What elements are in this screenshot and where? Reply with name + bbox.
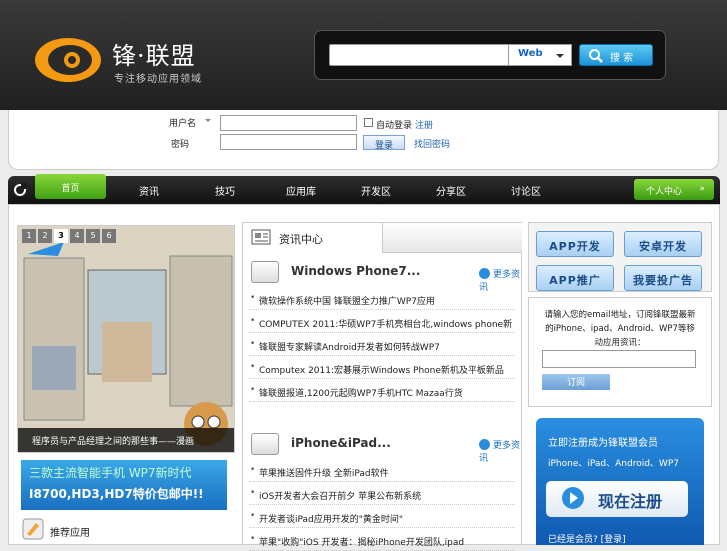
recommend-icon [22, 518, 44, 540]
subscribe-box: 请输入您的email地址，订阅锋联盟最新的iPhone、ipad、Android… [528, 297, 712, 407]
double-chevron-icon: » [699, 184, 705, 194]
logo-icon [35, 38, 101, 82]
username-field[interactable] [220, 115, 357, 131]
nav-item-forum[interactable]: 讨论区 [511, 183, 541, 198]
service-buttons: APP开发 安卓开发 APP推广 我要投广告 [528, 222, 712, 292]
slider-pager: 1 2 3 4 5 6 [22, 229, 116, 243]
arrow-circle-icon [479, 439, 490, 450]
list-item[interactable]: 锋联盟报道,1200元起购WP7手机HTC Mazaa行货 [249, 380, 515, 402]
register-title: 立即注册成为锋联盟会员 [548, 438, 658, 449]
section-title: Windows Phone7... [291, 264, 421, 278]
logo-title: 锋·联盟 [112, 42, 196, 70]
recommend-title: 推荐应用 [50, 528, 90, 539]
newspaper-icon [251, 229, 271, 245]
email-field[interactable] [542, 350, 696, 368]
arrow-circle-icon [479, 268, 490, 279]
register-link[interactable]: 注册 [415, 118, 433, 131]
main-nav: 首页 资讯 技巧 应用库 开发区 分享区 讨论区 个人中心 » [8, 174, 720, 204]
slider-page[interactable]: 1 [22, 229, 36, 243]
slider-caption[interactable]: 程序员与产品经理之间的那些事——漫画 [18, 428, 234, 452]
image-slider[interactable]: 1 2 3 4 5 6 程序员与产品经理之间的那些事——漫画 [17, 225, 235, 453]
nav-item-tips[interactable]: 技巧 [215, 183, 235, 198]
advertise-button[interactable]: 我要投广告 [624, 265, 702, 291]
user-center-label: 个人中心 [646, 187, 683, 197]
tab-news-center[interactable]: 资讯中心 [243, 223, 383, 253]
header: 锋·联盟 专注移动应用领域 Web 搜 索 [0, 0, 727, 110]
banner-line2: I8700,HD3,HD7特价包邮中!! [29, 487, 204, 501]
search-icon [589, 49, 603, 63]
nav-item-apps[interactable]: 应用库 [286, 183, 316, 198]
register-panel: 立即注册成为锋联盟会员 iPhone、iPad、Android、WP7 现在注册… [536, 418, 704, 545]
forgot-password-link[interactable]: 找回密码 [414, 137, 450, 150]
remember-label: 自动登录 [376, 121, 413, 131]
search-box: Web 搜 索 [314, 30, 666, 80]
refresh-icon [14, 183, 27, 196]
news-panel: 资讯中心 Windows Phone7... 更多资讯 微软操作系统中国 锋联盟… [242, 222, 522, 551]
password-field[interactable] [220, 134, 357, 150]
list-item[interactable]: 苹果"收购"iOS 开发者：揭秘iPhone开发团队,ipad [249, 529, 515, 551]
list-item[interactable]: 开发者谈iPad应用开发的"黄金时间" [249, 506, 515, 528]
slider-page[interactable]: 4 [70, 229, 84, 243]
search-button[interactable]: 搜 索 [579, 44, 653, 66]
list-item[interactable]: Computex 2011:宏碁展示Windows Phone新机及平板新品 [249, 357, 515, 379]
search-scope-label: Web [518, 48, 543, 59]
subscribe-text: 请输入您的email地址，订阅锋联盟最新的iPhone、ipad、Android… [544, 310, 696, 348]
comic-image [18, 226, 234, 452]
tab-bar-filler [383, 223, 522, 253]
phone-icon [251, 433, 279, 455]
chevron-down-icon [205, 119, 211, 125]
slider-page[interactable]: 6 [102, 229, 116, 243]
register-now-label: 现在注册 [598, 492, 663, 511]
chevron-down-icon [556, 54, 564, 62]
list-item[interactable]: iOS开发者大会召开前夕 苹果公布新系统 [249, 483, 515, 505]
nav-item-home[interactable]: 首页 [35, 174, 106, 199]
tab-news-label: 资讯中心 [279, 233, 323, 246]
phone-icon [251, 261, 279, 283]
nav-item-share[interactable]: 分享区 [436, 183, 466, 198]
list-item[interactable]: 苹果推送固件升级 全新iPad软件 [249, 460, 515, 482]
nav-item-dev[interactable]: 开发区 [361, 183, 391, 198]
search-input[interactable] [329, 44, 509, 66]
user-center-button[interactable]: 个人中心 » [634, 179, 714, 200]
login-prompt[interactable]: 已经是会员? [登录] [548, 532, 626, 545]
slider-page-active[interactable]: 3 [54, 229, 68, 243]
list-item[interactable]: 锋联盟专家解读Android开发者如何转战WP7 [249, 334, 515, 356]
search-button-label: 搜 索 [610, 53, 634, 64]
username-label: 用户名 [169, 119, 197, 129]
promo-banner[interactable]: 三款主流智能手机 WP7新时代 I8700,HD3,HD7特价包邮中!! [21, 460, 227, 510]
section-title: iPhone&iPad... [291, 436, 391, 450]
register-now-button[interactable]: 现在注册 [546, 481, 688, 517]
list-item[interactable]: COMPUTEX 2011:华硕WP7手机亮相台北,windows phone新 [249, 311, 515, 333]
slider-page[interactable]: 2 [38, 229, 52, 243]
register-subtitle: iPhone、iPad、Android、WP7 [548, 459, 679, 469]
app-dev-button[interactable]: APP开发 [536, 231, 614, 257]
banner-line1: 三款主流智能手机 WP7新时代 [29, 466, 192, 480]
search-scope-select[interactable]: Web [508, 44, 572, 66]
password-label: 密码 [171, 140, 190, 150]
slider-page[interactable]: 5 [86, 229, 100, 243]
play-arrow-icon [562, 487, 584, 509]
logo-slogan: 专注移动应用领域 [114, 74, 202, 85]
android-dev-button[interactable]: 安卓开发 [624, 231, 702, 257]
login-button[interactable]: 登录 [363, 135, 405, 151]
login-bar: 用户名 自动登录 注册 密码 登录 找回密码 [8, 110, 719, 170]
subscribe-button[interactable]: 订阅 [542, 374, 610, 390]
remember-checkbox[interactable] [364, 118, 373, 127]
list-item[interactable]: 微软操作系统中国 锋联盟全力推广WP7应用 [249, 288, 515, 310]
app-promo-button[interactable]: APP推广 [536, 265, 614, 291]
nav-item-news[interactable]: 资讯 [139, 183, 159, 198]
